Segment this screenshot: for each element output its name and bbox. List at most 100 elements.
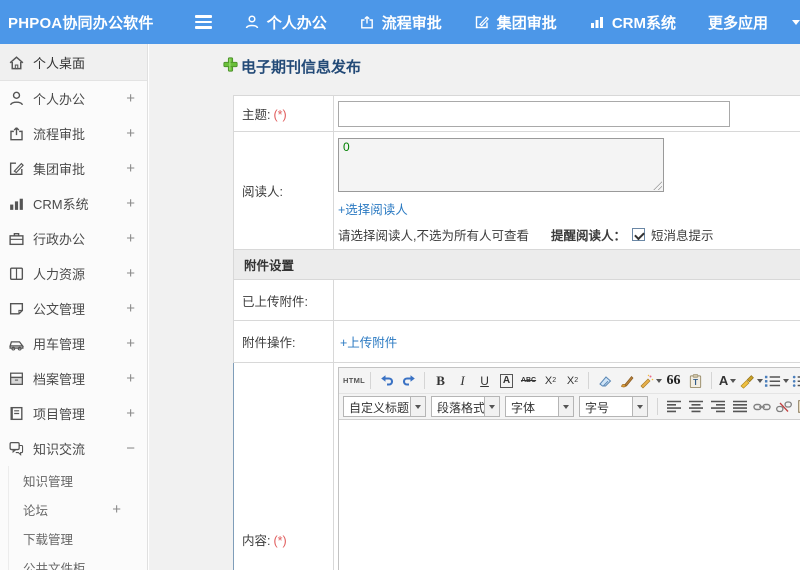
sidebar-item-group-approval[interactable]: 集团审批 + <box>0 151 147 186</box>
expand-toggle[interactable]: + <box>126 370 135 387</box>
unordered-list-button[interactable] <box>790 370 800 391</box>
link-button[interactable] <box>751 396 772 417</box>
format-brush-button[interactable] <box>616 370 637 391</box>
align-center-icon <box>688 400 704 413</box>
sidebar-item-archive-management[interactable]: 档案管理 + <box>0 361 147 396</box>
nav-group-approval[interactable]: 集团审批 <box>474 12 557 33</box>
chevron-down-icon <box>484 397 499 416</box>
required-mark: (*) <box>273 533 287 548</box>
align-left-icon <box>666 400 682 413</box>
superscript-button[interactable]: X2 <box>540 370 561 391</box>
sidebar-item-crm-system[interactable]: CRM系统 + <box>0 186 147 221</box>
heading-select[interactable]: 自定义标题 <box>343 396 426 417</box>
readers-row: 阅读人: 0 +选择阅读人 请选择阅读人,不选为所有人可查看 提醒阅读人： 短消… <box>233 131 800 250</box>
eraser-button[interactable] <box>594 370 615 391</box>
attachment-section-title: 附件设置 <box>244 259 295 273</box>
sidebar-item-label: 个人桌面 <box>33 55 86 71</box>
sidebar-subitem-forum[interactable]: 论坛 + <box>9 495 147 524</box>
sidebar: 个人桌面 个人办公 + 流程审批 + 集团审批 + CRM系统 + 行政办公 +… <box>0 44 148 570</box>
underline-button[interactable]: U <box>474 370 495 391</box>
uploaded-attachments-label: 已上传附件: <box>242 294 308 309</box>
align-left-button[interactable] <box>663 396 684 417</box>
redo-button[interactable] <box>398 370 419 391</box>
nav-process-approval[interactable]: 流程审批 <box>359 12 442 33</box>
expand-toggle[interactable]: + <box>126 300 135 317</box>
upload-attachment-link[interactable]: +上传附件 <box>340 336 397 350</box>
sidebar-subitem-public-file-cabinet[interactable]: 公共文件柜 <box>9 553 147 570</box>
sidebar-subitem-label: 公共文件柜 <box>23 562 86 570</box>
sidebar-item-personal-office[interactable]: 个人办公 + <box>0 81 147 116</box>
nav-crm-system[interactable]: CRM系统 <box>589 12 676 33</box>
sidebar-subitem-download-management[interactable]: 下载管理 <box>9 524 147 553</box>
nav-more-apps[interactable]: 更多应用 <box>708 12 768 33</box>
chevron-down-icon[interactable] <box>792 19 800 25</box>
subscript-button[interactable]: X2 <box>562 370 583 391</box>
sidebar-subitem-knowledge-management[interactable]: 知识管理 <box>9 466 147 495</box>
sidebar-item-label: 用车管理 <box>33 337 86 352</box>
editor-content-area[interactable] <box>339 420 800 570</box>
blockquote-button[interactable]: 66 <box>663 370 684 391</box>
align-center-button[interactable] <box>685 396 706 417</box>
sidebar-item-admin-office[interactable]: 行政办公 + <box>0 221 147 256</box>
knowledge-exchange-submenu: 知识管理 论坛 + 下载管理 公共文件柜 <box>8 466 147 570</box>
required-mark: (*) <box>273 108 287 122</box>
readers-hint: 请选择阅读人,不选为所有人可查看 <box>338 229 529 243</box>
sidebar-item-human-resources[interactable]: 人力资源 + <box>0 256 147 291</box>
highlight-button[interactable] <box>739 370 764 391</box>
chart-icon <box>589 14 605 30</box>
justify-button[interactable] <box>729 396 750 417</box>
sms-checkbox[interactable] <box>632 228 645 241</box>
expand-toggle[interactable]: + <box>112 501 121 518</box>
subject-value-cell <box>333 95 800 132</box>
expand-toggle[interactable]: + <box>126 230 135 247</box>
user-icon <box>244 14 260 30</box>
sidebar-item-vehicle-management[interactable]: 用车管理 + <box>0 326 147 361</box>
nav-label: 个人办公 <box>266 14 327 32</box>
italic-button[interactable]: I <box>452 370 473 391</box>
expand-toggle[interactable]: + <box>126 90 135 107</box>
paste-text-button[interactable]: T <box>685 370 706 391</box>
strikethrough-button[interactable]: ABC <box>518 370 539 391</box>
collapse-toggle[interactable]: − <box>126 440 135 457</box>
resize-grip-icon[interactable] <box>653 181 662 190</box>
align-right-button[interactable] <box>707 396 728 417</box>
link-icon <box>752 401 771 413</box>
chevron-down-icon <box>783 378 790 383</box>
app-logo[interactable]: PHPOA协同办公软件 <box>0 12 185 33</box>
bold-button[interactable]: B <box>430 370 451 391</box>
readers-textarea[interactable]: 0 <box>338 138 664 192</box>
eraser-icon <box>597 373 613 389</box>
boxed-a-button[interactable]: A <box>496 370 517 391</box>
font-select-value: 字体 <box>511 401 536 415</box>
choose-readers-link[interactable]: +选择阅读人 <box>338 203 408 217</box>
sidebar-item-document-management[interactable]: 公文管理 + <box>0 291 147 326</box>
font-color-button[interactable]: A <box>717 370 738 391</box>
sidebar-item-personal-desktop[interactable]: 个人桌面 <box>0 44 147 81</box>
heading-select-value: 自定义标题 <box>349 401 410 415</box>
sidebar-item-label: 流程审批 <box>33 127 86 142</box>
expand-toggle[interactable]: + <box>126 195 135 212</box>
html-source-button[interactable]: HTML <box>343 370 365 391</box>
paragraph-format-select[interactable]: 段落格式 <box>431 396 500 417</box>
sms-label: 短消息提示 <box>651 229 714 243</box>
image-button[interactable] <box>795 396 800 417</box>
unlink-button[interactable] <box>773 396 794 417</box>
expand-toggle[interactable]: + <box>126 405 135 422</box>
justify-icon <box>732 400 748 413</box>
sidebar-item-knowledge-exchange[interactable]: 知识交流 − <box>0 431 147 466</box>
subject-input[interactable] <box>338 100 730 127</box>
nav-personal-office[interactable]: 个人办公 <box>244 12 327 33</box>
ordered-list-button[interactable] <box>764 370 790 391</box>
expand-toggle[interactable]: + <box>126 265 135 282</box>
font-family-select[interactable]: 字体 <box>505 396 574 417</box>
sidebar-item-process-approval[interactable]: 流程审批 + <box>0 116 147 151</box>
expand-toggle[interactable]: + <box>126 125 135 142</box>
quick-format-button[interactable] <box>638 370 663 391</box>
expand-toggle[interactable]: + <box>126 160 135 177</box>
font-size-select[interactable]: 字号 <box>579 396 648 417</box>
undo-button[interactable] <box>376 370 397 391</box>
hamburger-menu-icon[interactable] <box>195 15 213 29</box>
sidebar-item-project-management[interactable]: 项目管理 + <box>0 396 147 431</box>
sidebar-item-label: 人力资源 <box>33 267 86 282</box>
expand-toggle[interactable]: + <box>126 335 135 352</box>
